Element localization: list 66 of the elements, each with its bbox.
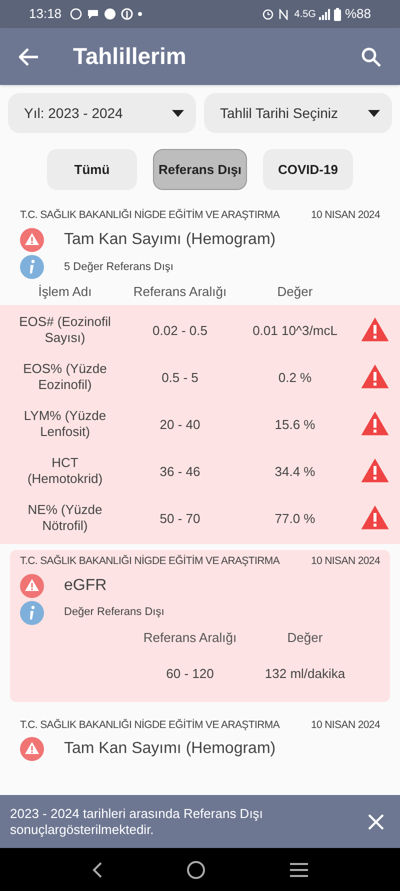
recents-button[interactable] xyxy=(290,862,308,876)
battery-icon xyxy=(334,8,341,20)
column-header: Değer xyxy=(286,628,324,647)
test-value: 15.6 % xyxy=(274,416,316,434)
test-name: EOS% (Yüzde Eozinofil) xyxy=(22,361,108,394)
institution-name: T.C. SAĞLIK BAKANLIĞI NİGDE EĞİTİM VE ARAŞTIRMA xyxy=(20,208,280,223)
institution-name: T.C. SAĞLIK BAKANLIĞI NİGDE EĞİTİM VE ARAŞTIRMA xyxy=(20,554,280,569)
warning-icon xyxy=(20,737,44,762)
filter-tab[interactable]: COVID-19 xyxy=(263,149,353,190)
info-icon xyxy=(20,254,44,279)
test-title[interactable]: eGFR xyxy=(64,574,107,598)
battery-level: %88 xyxy=(344,5,371,24)
column-header: Referans Aralığı xyxy=(132,283,228,301)
caret-icon xyxy=(172,110,184,116)
out-of-range-note: Değer Referans Dışı xyxy=(64,605,164,620)
test-title[interactable]: Tam Kan Sayımı (Hemogram) xyxy=(64,737,276,762)
reference-range: 0.5 - 5 xyxy=(160,368,200,386)
column-header: İşlem Adı xyxy=(37,283,93,301)
network-type: 4.5G xyxy=(294,8,316,22)
dot-icon xyxy=(138,12,142,16)
result-date: 10 NISAN 2024 xyxy=(310,208,380,223)
test-name: EOS# (Eozinofil Sayısı) xyxy=(18,314,112,346)
test-name: HCT (Hemotokrid) xyxy=(26,455,104,488)
snackbar-message: 2023 - 2024 tarihleri arasında Referans Dışı sonuçlargösterilmektedir. xyxy=(10,806,264,838)
back-nav-icon xyxy=(92,862,102,878)
dropdown[interactable]: Tahlil Tarihi Seçiniz xyxy=(204,93,392,133)
institution-name: T.C. SAĞLIK BAKANLIĞI NİGDE EĞİTİM VE ARAŞTIRMA xyxy=(20,718,280,732)
reference-range: 36 - 46 xyxy=(158,462,202,480)
warning-icon xyxy=(20,228,44,252)
reference-range: 20 - 40 xyxy=(158,416,202,434)
reference-range: 60 - 120 xyxy=(165,665,215,684)
result-date: 10 NISAN 2024 xyxy=(310,718,380,732)
message-icon xyxy=(86,8,99,20)
close-button[interactable] xyxy=(366,812,386,832)
reference-range: 0.02 - 0.5 xyxy=(152,322,208,340)
test-title[interactable]: Tam Kan Sayımı (Hemogram) xyxy=(64,228,276,252)
test-name: LYM% (Yüzde Lenfosit) xyxy=(22,408,108,440)
test-value: 34.4 % xyxy=(274,462,316,480)
back-arrow-icon xyxy=(19,48,39,66)
menu-icon xyxy=(290,862,308,876)
filter-tab[interactable]: Tümü xyxy=(47,149,137,190)
search-icon xyxy=(361,46,381,66)
filter-tab[interactable]: Referans Dışı xyxy=(153,149,247,190)
warning-icon xyxy=(20,574,44,598)
test-name: NE% (Yüzde Nötrofil) xyxy=(26,502,104,534)
reference-range: 50 - 70 xyxy=(158,510,202,528)
signal-icon xyxy=(318,8,330,20)
back-nav-button[interactable] xyxy=(92,862,102,878)
screen-title: Tahlillerim xyxy=(73,42,188,72)
test-value: 132 ml/dakika xyxy=(264,665,346,684)
result-date: 10 NISAN 2024 xyxy=(310,554,380,569)
test-value: 77.0 % xyxy=(274,510,316,528)
alarm-icon xyxy=(262,8,274,20)
test-value: 0.2 % xyxy=(277,368,313,386)
close-icon xyxy=(368,814,384,830)
dropdown[interactable]: Yıl: 2023 - 2024 xyxy=(8,93,196,133)
test-value: 0.01 10^3/mcL xyxy=(252,322,338,340)
caret-icon xyxy=(368,110,380,116)
nfc-icon xyxy=(279,8,288,20)
out-of-range-note: 5 Değer Referans Dışı xyxy=(64,260,174,274)
home-icon xyxy=(186,860,205,878)
column-header: Referans Aralığı xyxy=(142,628,238,647)
status-time: 13:18 xyxy=(29,5,62,24)
info-icon xyxy=(20,600,44,624)
home-button[interactable] xyxy=(186,860,205,878)
column-header: Değer xyxy=(276,283,314,301)
